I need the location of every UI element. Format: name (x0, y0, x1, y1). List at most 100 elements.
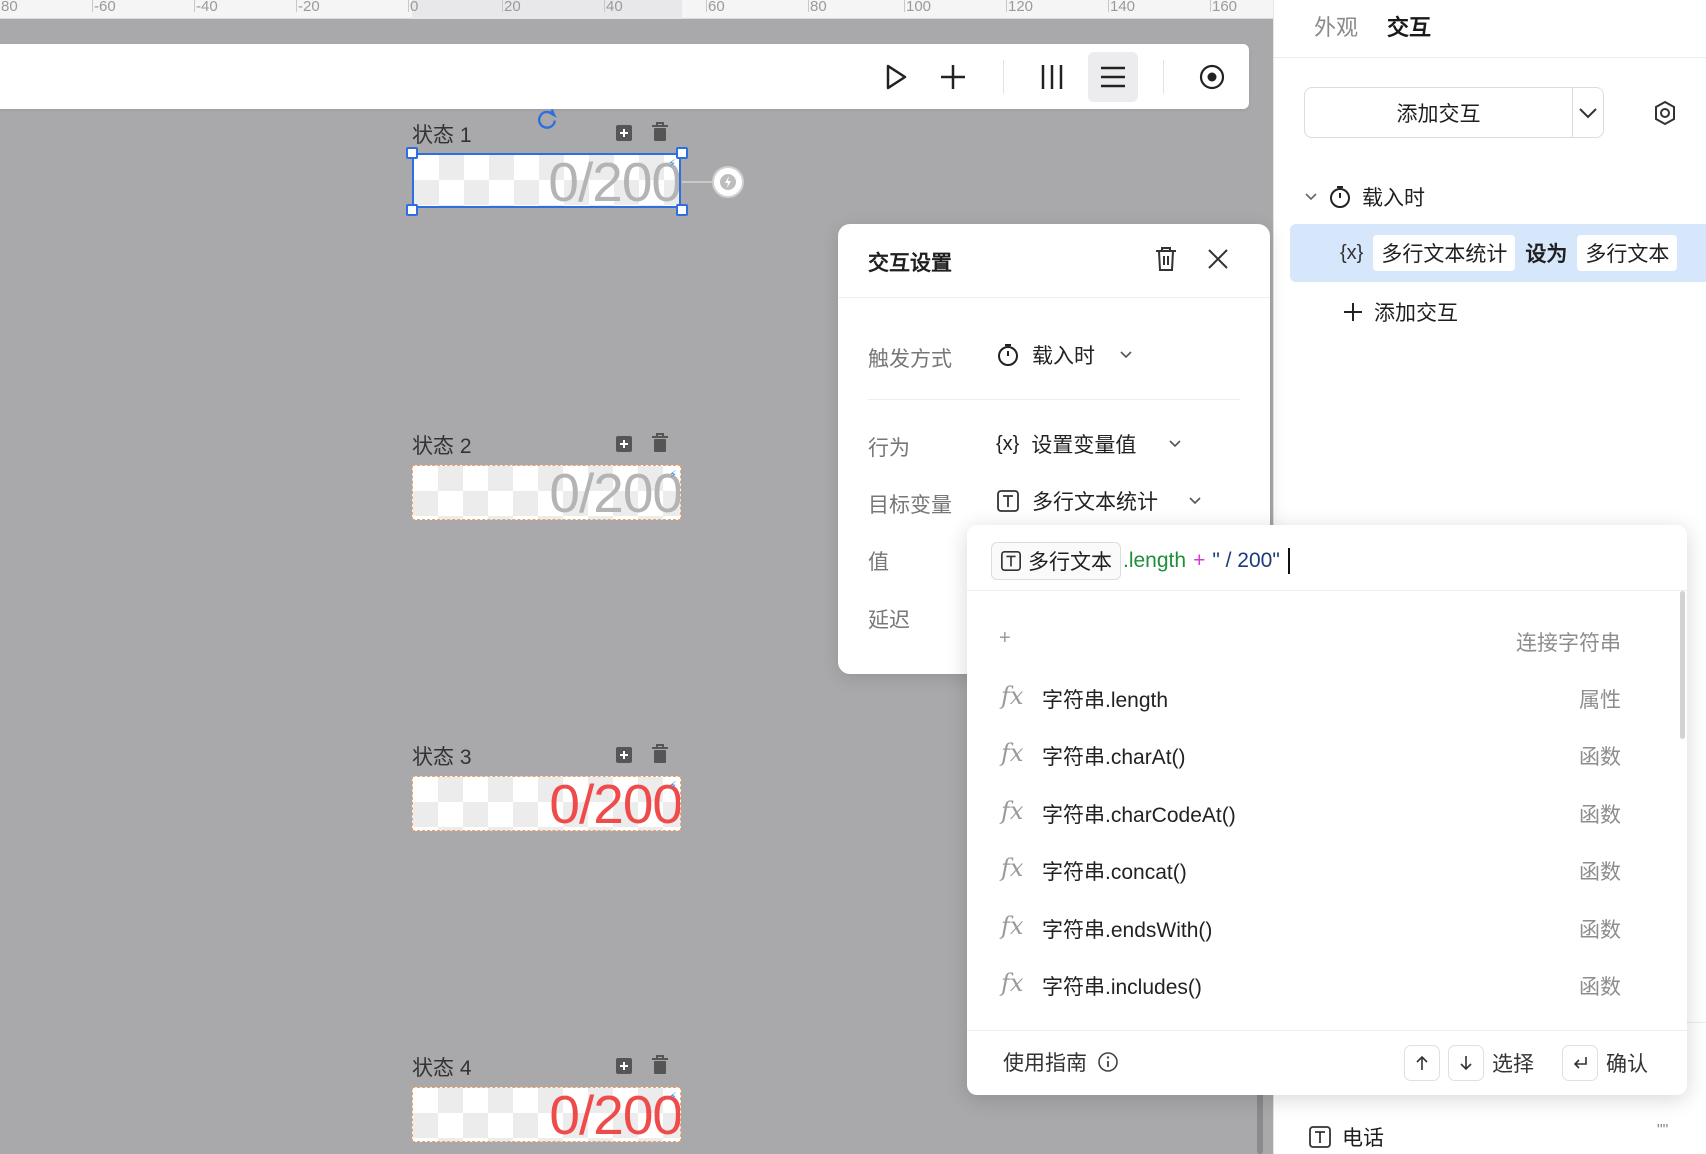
suggestion-item[interactable]: fx 字符串.charAt() 函数 (967, 725, 1657, 783)
function-icon: fx (1001, 969, 1024, 997)
function-icon: fx (1001, 739, 1024, 767)
variable-token[interactable]: 多行文本 (991, 542, 1121, 580)
refresh-icon[interactable] (536, 108, 558, 130)
add-interaction-link[interactable]: 添加交互 (1342, 297, 1458, 327)
chevron-down-icon[interactable] (1573, 88, 1603, 137)
counter-text: 0/200 (549, 776, 681, 831)
variable-list-item[interactable]: 电话 (1308, 1122, 1384, 1152)
chevron-down-icon (1120, 351, 1132, 359)
trigger-mode-label: 触发方式 (868, 348, 952, 371)
select-hint-label: 选择 (1492, 1053, 1534, 1076)
duplicate-icon[interactable] (613, 744, 635, 766)
expression-editor-popup: 多行文本 .length + " / 200" + 连接字符串 fx 字符串.l… (967, 525, 1687, 1095)
duplicate-icon[interactable] (613, 1055, 635, 1077)
ruler-tick: 80 (808, 0, 827, 15)
suggestion-item[interactable]: fx 字符串.concat() 函数 (967, 840, 1657, 898)
value-label: 值 (868, 551, 889, 574)
ruler-tick: 160 (1209, 0, 1238, 15)
trash-icon[interactable] (649, 121, 671, 143)
state-label: 状态 3 (412, 746, 472, 769)
ruler-tick: 0 (407, 0, 419, 15)
interaction-action-row[interactable]: {x} 多行文本统计 设为 多行文本 (1290, 224, 1706, 282)
trash-icon[interactable] (649, 743, 671, 765)
add-interaction-button[interactable]: 添加交互 (1305, 88, 1573, 137)
trash-icon[interactable] (1154, 246, 1178, 277)
plus-icon (1344, 303, 1362, 321)
suggestion-type: 连接字符串 (1516, 632, 1621, 655)
variable-default-value: "" (1657, 1122, 1669, 1139)
trigger-mode-select[interactable]: 载入时 (996, 340, 1133, 370)
trash-icon[interactable] (649, 1054, 671, 1076)
suggestion-type: 属性 (1579, 689, 1621, 712)
counter-text-state-4[interactable]: 0/200 ⚡ (412, 1087, 681, 1142)
bolt-icon: ⚡ (668, 158, 676, 170)
suggestion-item[interactable]: + 连接字符串 (967, 611, 1657, 669)
duplicate-icon[interactable] (613, 122, 635, 144)
suggestion-item[interactable]: fx 字符串.endsWith() 函数 (967, 898, 1657, 956)
suggestion-type: 函数 (1579, 976, 1621, 999)
trash-icon[interactable] (649, 432, 671, 454)
function-icon: fx (1001, 797, 1024, 825)
state-label: 状态 2 (412, 435, 472, 458)
resize-handle[interactable] (406, 204, 418, 216)
suggestion-item[interactable]: fx 字符串.charCodeAt() 函数 (967, 783, 1657, 841)
variable-token-label: 多行文本 (1028, 551, 1112, 574)
counter-text-state-1[interactable]: 0/200 ⚡ (412, 153, 681, 208)
expression-property: .length (1123, 549, 1187, 572)
counter-text: 0/200 (549, 465, 681, 520)
play-icon[interactable] (870, 52, 920, 102)
divider (868, 399, 1240, 400)
action-variable-chip: 多行文本统计 (1373, 235, 1516, 271)
suggestion-item[interactable]: fx 字符串.includes() 函数 (967, 955, 1657, 1013)
trigger-group[interactable]: 载入时 (1304, 182, 1425, 212)
canvas-scrollbar[interactable] (1257, 1090, 1263, 1154)
arrow-up-icon (1404, 1045, 1440, 1081)
action-label: 行为 (868, 437, 910, 460)
text-type-icon (1001, 551, 1021, 571)
arrow-down-icon (1448, 1045, 1484, 1081)
counter-text-state-3[interactable]: 0/200 ⚡ (412, 776, 681, 831)
enter-key-icon (1562, 1045, 1598, 1081)
suggestion-item[interactable]: fx 字符串.length 属性 (967, 668, 1657, 726)
usage-guide-link[interactable]: 使用指南 (1003, 1047, 1119, 1077)
record-icon[interactable] (1187, 52, 1237, 102)
counter-text: 0/200 (548, 153, 681, 208)
target-variable-value: 多行文本统计 (1032, 491, 1158, 514)
target-variable-select[interactable]: 多行文本统计 (996, 486, 1202, 516)
delay-label: 延迟 (868, 609, 910, 632)
action-target-chip: 多行文本 (1577, 235, 1678, 271)
interaction-bolt-icon[interactable] (712, 166, 744, 198)
suggestion-scrollbar[interactable] (1680, 591, 1685, 739)
resize-handle[interactable] (406, 147, 418, 159)
resize-handle[interactable] (676, 147, 688, 159)
canvas-toolbar (0, 44, 1249, 109)
info-icon (1098, 1052, 1118, 1072)
ruler-tick: 60 (706, 0, 725, 15)
horizontal-ruler: 80 -60 -40 -20 0 20 40 60 80 100 120 140… (0, 0, 1273, 19)
resize-handle[interactable] (676, 204, 688, 216)
function-icon: fx (1001, 912, 1024, 940)
chevron-down-icon (1189, 497, 1201, 505)
columns-layout-icon[interactable] (1027, 52, 1077, 102)
suggestion-type: 函数 (1579, 919, 1621, 942)
suggestion-type: 函数 (1579, 746, 1621, 769)
duplicate-icon[interactable] (613, 433, 635, 455)
chevron-down-icon (1169, 440, 1181, 448)
action-value: 设置变量值 (1031, 434, 1137, 457)
expression-input[interactable]: 多行文本 .length + " / 200" (991, 542, 1290, 580)
connector-line (682, 181, 712, 183)
close-icon[interactable] (1207, 248, 1229, 275)
action-select[interactable]: {x} 设置变量值 (996, 429, 1182, 459)
chevron-down-icon[interactable] (1304, 192, 1318, 202)
divider (1274, 57, 1706, 58)
tab-appearance[interactable]: 外观 (1314, 10, 1358, 42)
tab-interaction[interactable]: 交互 (1387, 10, 1431, 42)
variable-name: 电话 (1342, 1127, 1384, 1150)
keyboard-hints: 选择 确认 (1404, 1045, 1648, 1081)
text-type-icon (997, 490, 1019, 512)
rows-layout-icon[interactable] (1088, 52, 1138, 102)
plus-icon[interactable] (928, 52, 978, 102)
bolt-icon: ⚡ (669, 1091, 677, 1103)
settings-icon[interactable] (1650, 98, 1680, 128)
counter-text-state-2[interactable]: 0/200 ⚡ (412, 465, 681, 520)
